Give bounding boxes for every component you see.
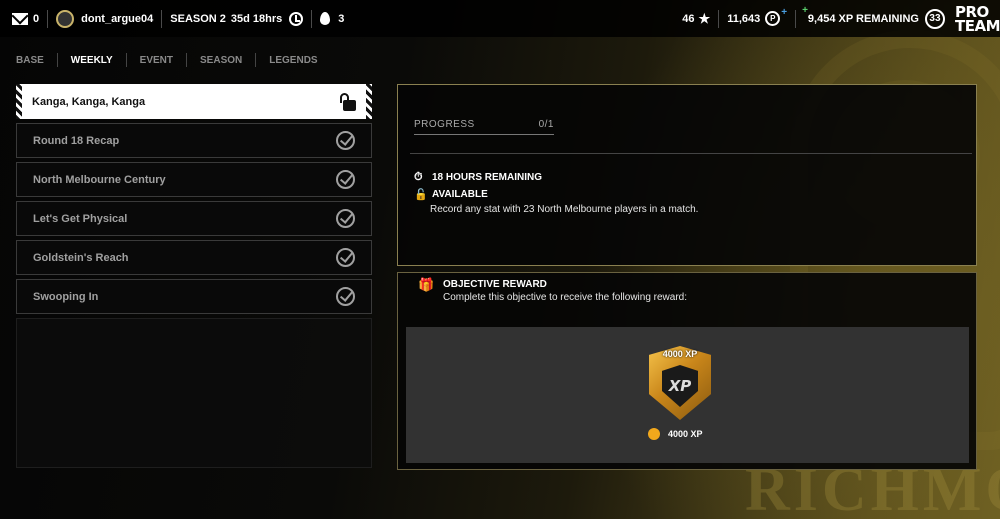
mail-icon: [12, 12, 28, 25]
check-icon: [336, 170, 355, 189]
stopwatch-icon: ⏱: [414, 171, 423, 183]
divider: [410, 153, 972, 154]
profile-button[interactable]: dont_argue04: [48, 0, 161, 37]
objective-title: North Melbourne Century: [33, 173, 166, 186]
level-badge: 33: [924, 8, 945, 29]
xp-remaining: 9,454 XP REMAINING: [807, 12, 919, 25]
check-icon: [336, 209, 355, 228]
inbox-button[interactable]: 0: [0, 0, 47, 37]
objective-item-swooping-in[interactable]: Swooping In: [16, 279, 372, 314]
xp-progress: + 9,454 XP REMAINING 33: [796, 0, 945, 37]
tab-season[interactable]: SEASON: [187, 55, 255, 66]
objective-title: Round 18 Recap: [33, 134, 120, 147]
list-empty-area: [16, 318, 372, 468]
season-time-remaining: 35d 18hrs: [230, 12, 283, 25]
avatar: [56, 9, 75, 28]
reward-title: OBJECTIVE REWARD: [443, 279, 547, 290]
reward-subtitle: Complete this objective to receive the f…: [443, 292, 688, 303]
objective-reward-panel: 🎁 OBJECTIVE REWARD Complete this objecti…: [397, 272, 977, 470]
objective-item-lets-get-physical[interactable]: Let's Get Physical: [16, 201, 372, 236]
progress-label: PROGRESS: [414, 119, 475, 130]
mail-count: 0: [33, 12, 40, 25]
gift-icon: 🎁: [418, 277, 435, 292]
objective-item-round-18-recap[interactable]: Round 18 Recap: [16, 123, 372, 158]
objective-item-north-melbourne-century[interactable]: North Melbourne Century: [16, 162, 372, 197]
objective-title: Swooping In: [33, 290, 99, 303]
objective-item-goldsteins-reach[interactable]: Goldstein's Reach: [16, 240, 372, 275]
star-icon: ★: [698, 10, 711, 26]
tab-weekly[interactable]: WEEKLY: [58, 55, 126, 66]
reward-item-label: 4000 XP: [668, 429, 703, 439]
time-remaining-line: ⏱ 18 HOURS REMAINING: [414, 171, 542, 184]
xp-boost-icon: +: [802, 5, 808, 16]
pro-team-logo: PRO TEAM: [954, 2, 1000, 35]
season-info: SEASON 2 35d 18hrs: [162, 0, 311, 37]
check-icon: [336, 248, 355, 267]
tab-event[interactable]: EVENT: [127, 55, 186, 66]
add-coins-icon[interactable]: +: [781, 7, 787, 18]
availability-line: 🔓 AVAILABLE: [414, 188, 488, 201]
clock-icon: [289, 11, 304, 26]
availability-status: AVAILABLE: [432, 189, 488, 200]
tab-base[interactable]: BASE: [16, 55, 57, 66]
coin-icon: P: [765, 11, 781, 26]
objective-title: Kanga, Kanga, Kanga: [32, 95, 146, 108]
stars-count: 46: [682, 12, 695, 25]
check-icon: [336, 131, 355, 150]
objectives-list: Kanga, Kanga, Kanga Round 18 Recap North…: [16, 84, 372, 468]
streak-count: 3: [338, 12, 345, 25]
coins-balance[interactable]: 11,643 P +: [719, 0, 795, 37]
hours-remaining: 18 HOURS REMAINING: [432, 172, 543, 183]
progress-value: 0/1: [538, 119, 554, 130]
top-bar: 0 dont_argue04 SEASON 2 35d 18hrs 3 46 ★…: [0, 0, 1000, 37]
tab-legends[interactable]: LEGENDS: [256, 55, 330, 66]
unlock-icon: 🔓: [414, 189, 428, 201]
objective-title: Goldstein's Reach: [33, 251, 129, 264]
progress-indicator: PROGRESS 0/1: [414, 119, 554, 135]
unlock-icon: [340, 92, 356, 111]
xp-badge-label: 4000 XP: [662, 349, 698, 359]
season-label: SEASON 2: [170, 12, 226, 25]
coins-count: 11,643: [727, 12, 761, 25]
streak-info: 3: [312, 0, 352, 37]
objective-detail-panel: PROGRESS 0/1 ⏱ 18 HOURS REMAINING 🔓 AVAI…: [397, 84, 977, 266]
stars-balance: 46 ★: [674, 0, 718, 37]
category-tabs: BASE WEEKLY EVENT SEASON LEGENDS: [16, 53, 331, 67]
reward-item: 4000 XP: [648, 428, 703, 440]
flame-icon: [320, 12, 331, 25]
username: dont_argue04: [81, 12, 154, 25]
objective-description: Record any stat with 23 North Melbourne …: [430, 204, 699, 215]
objective-item-kanga[interactable]: Kanga, Kanga, Kanga: [16, 84, 372, 119]
check-icon: [336, 287, 355, 306]
gold-dot-icon: [648, 428, 660, 440]
reward-preview[interactable]: XP 4000 XP 4000 XP: [406, 327, 969, 463]
objective-title: Let's Get Physical: [33, 212, 128, 225]
